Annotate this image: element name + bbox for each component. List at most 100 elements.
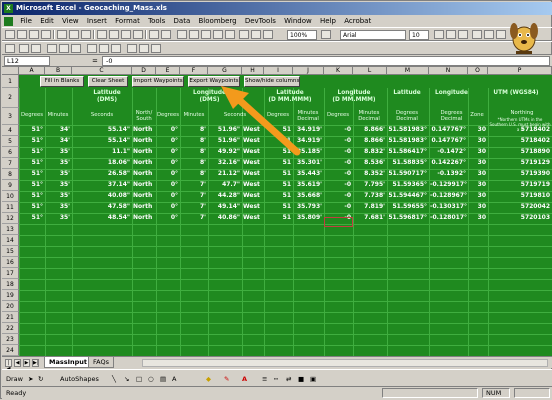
cell-m12[interactable]: 51.596817° [388, 213, 427, 223]
menu-edit[interactable]: Edit [37, 15, 57, 27]
cell-f7[interactable]: 8' [181, 158, 206, 168]
arrow-line-icon[interactable]: ↘ [124, 370, 129, 388]
cell-b12[interactable]: 35' [46, 213, 70, 223]
line-color-icon[interactable]: ✎ [224, 370, 229, 388]
dash-style-icon[interactable]: ┅ [274, 370, 278, 388]
cell-f4[interactable]: 8' [181, 125, 206, 135]
textbox-icon[interactable]: ▤ [160, 370, 166, 388]
column-header-e[interactable]: E [156, 67, 180, 75]
cell-i11[interactable]: 51 [265, 202, 291, 212]
cell-n9[interactable]: -0.129917° [430, 180, 467, 190]
cell-i8[interactable]: 51 [265, 169, 291, 179]
cell-c7[interactable]: 18.06" [73, 158, 130, 168]
autosum-icon[interactable] [189, 30, 199, 39]
wordart-icon[interactable]: A [172, 370, 176, 388]
function-icon[interactable] [201, 30, 211, 39]
cell-m10[interactable]: 51.594467° [388, 191, 427, 201]
menu-data[interactable]: Data [171, 15, 194, 27]
cell-l11[interactable]: 7.819' [354, 202, 385, 212]
autoshapes-menu[interactable]: AutoShapes [60, 370, 99, 388]
cell-e9[interactable]: 0° [157, 180, 178, 190]
menu-acrobat[interactable]: Acrobat [341, 15, 374, 27]
prev-sheet-icon[interactable]: ◀ [14, 359, 21, 367]
save-icon[interactable] [29, 30, 39, 39]
cell-h11[interactable]: West [243, 202, 262, 212]
pencil-icon[interactable] [19, 44, 29, 53]
cell-d7[interactable]: North [133, 158, 154, 168]
cell-j10[interactable]: 35.668' [294, 191, 322, 201]
align-left-icon[interactable] [472, 30, 482, 39]
cell-o8[interactable]: 30 [469, 169, 486, 179]
cell-i12[interactable]: 51 [265, 213, 291, 223]
cell-a10[interactable]: 51° [20, 191, 43, 201]
cell-d6[interactable]: North [133, 147, 154, 157]
cell-f12[interactable]: 7' [181, 213, 206, 223]
cell-b11[interactable]: 35' [46, 202, 70, 212]
border-icon[interactable] [71, 44, 81, 53]
row-header-7[interactable]: 7 [2, 158, 19, 169]
cell-c6[interactable]: 11.1" [73, 147, 130, 157]
record-icon[interactable] [99, 44, 109, 53]
row-header-18[interactable]: 18 [2, 279, 19, 290]
column-header-b[interactable]: B [45, 67, 72, 75]
cell-b8[interactable]: 35' [46, 169, 70, 179]
cell-j4[interactable]: 34.919' [294, 125, 322, 135]
cell-l12[interactable]: 7.681' [354, 213, 385, 223]
cell-f8[interactable]: 8' [181, 169, 206, 179]
row-header-12[interactable]: 12 [2, 213, 19, 224]
menu-bloomberg[interactable]: Bloomberg [196, 15, 240, 27]
column-header-c[interactable]: C [72, 67, 132, 75]
column-header-m[interactable]: M [387, 67, 429, 75]
fill-color-icon[interactable]: ◆ [206, 370, 211, 388]
help-icon[interactable] [321, 30, 331, 39]
cell-b10[interactable]: 35' [46, 191, 70, 201]
cell-b5[interactable]: 34' [46, 136, 70, 146]
cell-n7[interactable]: 0.142267° [430, 158, 466, 168]
cell-o6[interactable]: 30 [469, 147, 486, 157]
draw-menu[interactable]: Draw [6, 370, 23, 388]
cell-c5[interactable]: 55.14" [73, 136, 130, 146]
cell-l5[interactable]: 8.866' [354, 136, 385, 146]
cell-k9[interactable]: -0 [325, 180, 351, 190]
cell-b9[interactable]: 35' [46, 180, 70, 190]
new-icon[interactable] [5, 30, 15, 39]
cell-o7[interactable]: 30 [469, 158, 486, 168]
select-all-corner[interactable] [2, 67, 19, 75]
cell-m9[interactable]: 51.59365° [388, 180, 427, 190]
spreadsheet-grid[interactable]: ABCDEFGHIJKLMNOP 1 2 3 4 5 6 7 8 9 10 11 12 13 14 15 16… [2, 67, 552, 356]
row-header-3[interactable]: 3 [2, 108, 19, 125]
rectangle-icon[interactable]: □ [136, 370, 142, 388]
menu-insert[interactable]: Insert [84, 15, 110, 27]
clear-sheet-button[interactable]: Clear Sheet [88, 76, 128, 87]
cell-k6[interactable]: -0 [325, 147, 351, 157]
row-header-1[interactable]: 1 [2, 75, 19, 88]
cell-e11[interactable]: 0° [157, 202, 178, 212]
cell-k5[interactable]: -0 [325, 136, 351, 146]
cell-j5[interactable]: 34.919' [294, 136, 322, 146]
select-arrow-icon[interactable]: ➤ [28, 370, 33, 388]
font-size-select[interactable]: 10 [409, 30, 429, 40]
cell-h10[interactable]: West [243, 191, 262, 201]
row-header-24[interactable]: 24 [2, 345, 19, 356]
cell-h5[interactable]: West [243, 136, 262, 146]
cell-a6[interactable]: 51° [20, 147, 43, 157]
align-right-icon[interactable] [496, 30, 506, 39]
cell-a9[interactable]: 51° [20, 180, 43, 190]
column-header-h[interactable]: H [242, 67, 264, 75]
text-icon[interactable] [59, 44, 69, 53]
cell-j9[interactable]: 35.619' [294, 180, 322, 190]
cell-p11[interactable]: 5720042 [489, 202, 550, 212]
row-header-9[interactable]: 9 [2, 180, 19, 191]
brush-icon[interactable] [31, 44, 41, 53]
cell-l4[interactable]: 8.866' [354, 125, 385, 135]
row-header-15[interactable]: 15 [2, 246, 19, 257]
cell-m4[interactable]: 51.581983° [388, 125, 427, 135]
cell-f10[interactable]: 7' [181, 191, 206, 201]
menu-view[interactable]: View [59, 15, 82, 27]
cell-o5[interactable]: 30 [469, 136, 486, 146]
cell-m11[interactable]: 51.59655° [388, 202, 427, 212]
arrow-style-icon[interactable]: ⇄ [286, 370, 291, 388]
cell-o10[interactable]: 30 [469, 191, 486, 201]
column-header-f[interactable]: F [180, 67, 208, 75]
draw-icon[interactable] [47, 44, 57, 53]
